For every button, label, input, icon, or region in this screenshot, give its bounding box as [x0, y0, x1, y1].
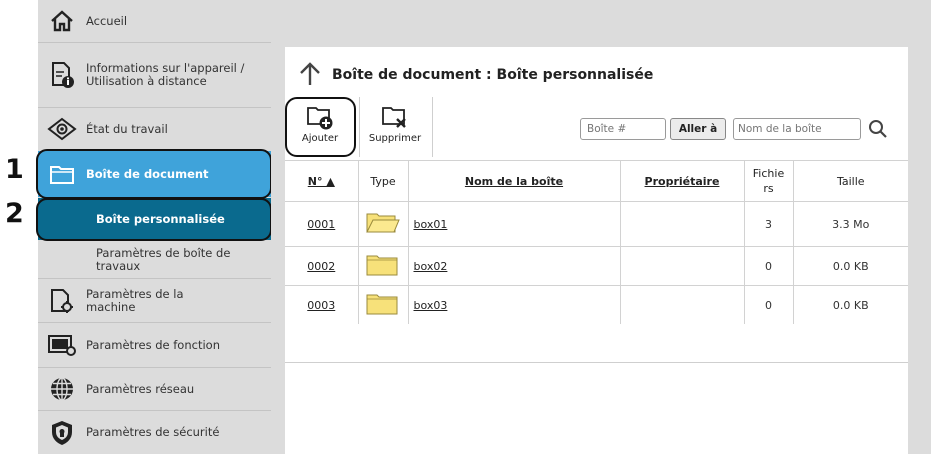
box-name-link[interactable]: box03 — [407, 285, 620, 324]
shield-icon — [38, 419, 86, 447]
sidebar-item-home[interactable]: Accueil — [38, 0, 271, 42]
size-cell: 0.0 KB — [792, 246, 908, 286]
up-arrow-icon[interactable] — [297, 61, 323, 91]
column-header-number[interactable]: N° ▲ — [285, 160, 358, 202]
table-row: 0002 box02 0 0.0 KB — [285, 246, 908, 286]
box-number-input[interactable] — [580, 118, 666, 140]
globe-icon — [38, 376, 86, 402]
column-header-type: Type — [357, 160, 408, 202]
size-cell: 3.3 Mo — [792, 201, 908, 247]
files-cell: 0 — [743, 285, 793, 324]
home-icon — [38, 9, 86, 33]
column-header-owner[interactable]: Propriétaire — [619, 160, 744, 202]
box-number-link[interactable]: 0003 — [285, 285, 358, 324]
column-header-name[interactable]: Nom de la boîte — [407, 160, 620, 202]
box-table: N° ▲ Type Nom de la boîte Propriétaire F… — [285, 160, 908, 324]
sidebar-item-label: Paramètres réseau — [86, 381, 195, 396]
highlight-ring-document-box — [36, 149, 272, 199]
sidebar-item-job-status[interactable]: État du travail — [38, 108, 271, 150]
sidebar-item-function-settings[interactable]: Paramètres de fonction — [38, 323, 271, 367]
page-title: Boîte de document : Boîte personnalisée — [332, 67, 654, 83]
sidebar-item-label: Paramètres de sécurité — [86, 425, 220, 439]
files-cell: 3 — [743, 201, 793, 247]
sidebar-item-label: Paramètres de fonction — [86, 337, 220, 352]
box-name-search-input[interactable] — [733, 118, 861, 140]
function-settings-icon — [38, 333, 86, 357]
open-folder-icon — [357, 201, 408, 247]
sidebar-item-job-box-settings[interactable]: Paramètres de boîte de travaux — [38, 242, 271, 278]
size-cell: 0.0 KB — [792, 285, 908, 324]
sidebar-item-security-settings[interactable]: Paramètres de sécurité — [38, 411, 271, 454]
delete-button[interactable]: Supprimer — [361, 104, 429, 144]
sidebar-item-label: Informations sur l'appareil / Utilisatio… — [86, 61, 245, 88]
table-bottom-rule — [285, 362, 908, 363]
sidebar-item-device-info[interactable]: Informations sur l'appareil / Utilisatio… — [38, 43, 271, 107]
folder-icon — [357, 285, 408, 324]
box-number-link[interactable]: 0001 — [285, 201, 358, 247]
callout-2: 2 — [5, 198, 24, 229]
folder-icon — [357, 246, 408, 286]
sidebar-item-label: Paramètres de boîte de travaux — [96, 246, 231, 273]
box-name-link[interactable]: box01 — [407, 201, 620, 247]
table-row: 0001 box01 3 3.3 Mo — [285, 201, 908, 247]
sidebar-item-label: Paramètres de la machine — [86, 286, 184, 314]
device-info-icon — [38, 61, 86, 89]
files-cell: 0 — [743, 246, 793, 286]
delete-folder-icon — [380, 104, 410, 133]
sidebar-item-network-settings[interactable]: Paramètres réseau — [38, 368, 271, 410]
eye-icon — [38, 117, 86, 141]
callout-1: 1 — [5, 154, 24, 185]
column-header-size: Taille — [792, 160, 908, 202]
highlight-ring-custom-box — [36, 198, 272, 241]
table-row: 0003 box03 0 0.0 KB — [285, 285, 908, 324]
owner-cell — [619, 285, 744, 324]
sidebar-item-machine-settings[interactable]: Paramètres de la machine — [38, 279, 271, 322]
sidebar-item-label: Accueil — [86, 13, 128, 28]
sidebar-item-label: État du travail — [86, 121, 168, 136]
owner-cell — [619, 246, 744, 286]
goto-button[interactable]: Aller à — [670, 118, 726, 140]
machine-settings-icon — [38, 288, 86, 314]
box-name-link[interactable]: box02 — [407, 246, 620, 286]
highlight-ring-add-button — [285, 97, 356, 157]
owner-cell — [619, 201, 744, 247]
delete-button-label: Supprimer — [368, 133, 422, 144]
box-number-link[interactable]: 0002 — [285, 246, 358, 286]
search-icon[interactable] — [868, 119, 888, 143]
column-header-files: Fichiers — [743, 160, 793, 202]
table-header-row: N° ▲ Type Nom de la boîte Propriétaire F… — [285, 160, 908, 202]
